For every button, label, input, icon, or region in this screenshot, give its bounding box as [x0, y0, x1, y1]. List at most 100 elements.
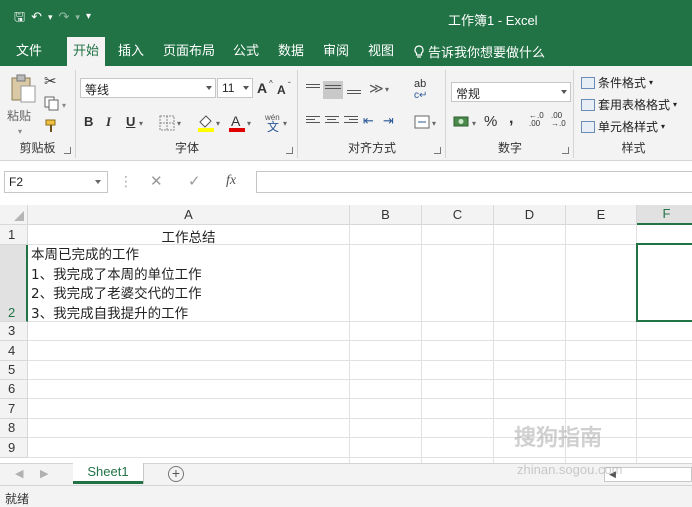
- row-header-9[interactable]: 9: [0, 438, 28, 458]
- merge-dropdown-icon[interactable]: ▾: [432, 116, 436, 132]
- copy-dropdown-icon[interactable]: ▾: [62, 98, 66, 114]
- column-header-a[interactable]: A: [28, 205, 350, 225]
- tell-me-text: 告诉我你想要做什么: [428, 45, 546, 60]
- column-header-c[interactable]: C: [422, 205, 494, 225]
- tab-file[interactable]: 文件: [16, 42, 42, 60]
- align-middle-icon[interactable]: [323, 81, 343, 99]
- sheet-tab-sheet1[interactable]: Sheet1: [73, 463, 143, 484]
- formula-bar-grip-icon[interactable]: ⋮: [119, 173, 133, 190]
- customize-qat-icon[interactable]: ▾: [86, 8, 91, 26]
- bold-button[interactable]: B: [84, 114, 93, 130]
- redo-icon[interactable]: ↷: [59, 8, 70, 26]
- cut-icon[interactable]: ✂: [44, 74, 57, 90]
- font-name-select[interactable]: 等线: [80, 78, 216, 98]
- tab-page-layout[interactable]: 页面布局: [163, 42, 215, 60]
- alignment-launcher-icon[interactable]: [434, 147, 441, 154]
- row-gridline: [28, 457, 692, 458]
- percent-button[interactable]: %: [484, 114, 497, 130]
- grow-font-button[interactable]: A: [257, 80, 267, 96]
- underline-dropdown-icon[interactable]: ▾: [139, 116, 143, 132]
- add-sheet-icon[interactable]: +: [168, 466, 184, 482]
- status-bar: 就绪: [0, 485, 692, 507]
- undo-icon[interactable]: ↶: [31, 8, 42, 26]
- paste-icon[interactable]: [9, 74, 37, 104]
- row-header-5[interactable]: 5: [0, 361, 28, 380]
- watermark-url: zhinan.sogou.com: [517, 462, 623, 477]
- row-header-1[interactable]: 1: [0, 225, 28, 245]
- formula-input[interactable]: [256, 171, 692, 193]
- next-sheet-icon[interactable]: ▶: [40, 467, 48, 480]
- cell-a2[interactable]: 本周已完成的工作 1、我完成了本周的单位工作 2、我完成了老婆交代的工作 3、我…: [31, 246, 202, 324]
- tab-data[interactable]: 数据: [278, 42, 304, 60]
- row-header-2[interactable]: 2: [0, 245, 28, 322]
- alignment-group: ≫ ▾ ab c↵ ⇤ ⇥ ▾ 对齐方式: [299, 70, 446, 158]
- number-format-select[interactable]: 常规: [451, 82, 571, 102]
- redo-dropdown-icon[interactable]: ▾: [75, 8, 80, 26]
- row-header-6[interactable]: 6: [0, 380, 28, 399]
- font-launcher-icon[interactable]: [286, 147, 293, 154]
- merge-center-icon[interactable]: [414, 115, 430, 129]
- paste-dropdown-icon[interactable]: ▾: [18, 124, 22, 140]
- row-header-8[interactable]: 8: [0, 419, 28, 438]
- borders-icon[interactable]: [159, 115, 175, 131]
- save-icon[interactable]: 🖫: [14, 8, 25, 26]
- formula-bar: F2 ⋮ ✕ ✓ fx: [0, 168, 692, 196]
- orientation-icon[interactable]: ≫: [369, 80, 384, 96]
- font-color-dropdown-icon[interactable]: ▾: [247, 116, 251, 132]
- align-center-icon[interactable]: [325, 116, 339, 128]
- font-color-icon[interactable]: A: [228, 113, 246, 133]
- copy-icon[interactable]: [44, 96, 60, 112]
- increase-decimal-button[interactable]: ←.0.00: [529, 112, 551, 128]
- row-header-4[interactable]: 4: [0, 341, 28, 361]
- column-header-f[interactable]: F: [637, 205, 692, 225]
- shrink-font-button[interactable]: A: [277, 82, 286, 98]
- column-header-d[interactable]: D: [494, 205, 566, 225]
- tab-formulas[interactable]: 公式: [233, 42, 259, 60]
- cell-a1[interactable]: 工作总结: [28, 226, 349, 246]
- format-as-table-button[interactable]: 套用表格格式 ▾: [581, 96, 677, 113]
- paste-button[interactable]: 粘贴: [7, 108, 31, 124]
- number-launcher-icon[interactable]: [562, 147, 569, 154]
- comma-button[interactable]: ,: [509, 111, 513, 127]
- cell-styles-button[interactable]: 单元格样式 ▾: [581, 118, 665, 135]
- decrease-decimal-button[interactable]: .00 →.0: [551, 112, 573, 128]
- decrease-indent-icon[interactable]: ⇤: [363, 113, 374, 129]
- insert-function-icon[interactable]: fx: [226, 173, 236, 189]
- select-all-button[interactable]: [0, 205, 28, 225]
- accounting-dropdown-icon[interactable]: ▾: [472, 116, 476, 132]
- wrap-arrow-icon: c↵: [414, 90, 428, 101]
- fill-color-dropdown-icon[interactable]: ▾: [216, 116, 220, 132]
- column-header-e[interactable]: E: [566, 205, 637, 225]
- undo-dropdown-icon[interactable]: ▾: [48, 8, 53, 26]
- tab-review[interactable]: 审阅: [323, 42, 349, 60]
- selected-cell-f2[interactable]: [636, 243, 692, 322]
- tab-insert[interactable]: 插入: [118, 42, 144, 60]
- align-right-icon[interactable]: [344, 116, 358, 128]
- row-header-3[interactable]: 3: [0, 322, 28, 341]
- increase-indent-icon[interactable]: ⇥: [383, 113, 394, 129]
- tab-view[interactable]: 视图: [368, 42, 394, 60]
- phonetic-button[interactable]: 文: [267, 119, 279, 135]
- name-box[interactable]: F2: [4, 171, 108, 193]
- conditional-formatting-button[interactable]: 条件格式 ▾: [581, 74, 653, 91]
- row-header-7[interactable]: 7: [0, 399, 28, 419]
- cancel-icon[interactable]: ✕: [150, 172, 163, 190]
- align-bottom-icon[interactable]: [347, 90, 361, 102]
- fill-color-icon[interactable]: [197, 113, 215, 133]
- italic-button[interactable]: I: [106, 114, 111, 130]
- font-size-select[interactable]: 11: [217, 78, 253, 98]
- accounting-format-icon[interactable]: [453, 114, 471, 130]
- phonetic-dropdown-icon[interactable]: ▾: [283, 116, 287, 132]
- tell-me-box[interactable]: 告诉我你想要做什么: [413, 42, 545, 61]
- align-top-icon[interactable]: [306, 84, 320, 96]
- column-header-b[interactable]: B: [350, 205, 422, 225]
- format-painter-icon[interactable]: [44, 118, 60, 134]
- tab-home[interactable]: 开始: [67, 37, 106, 66]
- align-left-icon[interactable]: [306, 116, 320, 128]
- underline-button[interactable]: U: [126, 114, 135, 130]
- clipboard-launcher-icon[interactable]: [64, 147, 71, 154]
- orientation-dropdown-icon[interactable]: ▾: [385, 82, 389, 98]
- prev-sheet-icon[interactable]: ◀: [15, 467, 23, 480]
- borders-dropdown-icon[interactable]: ▾: [177, 116, 181, 132]
- enter-icon[interactable]: ✓: [188, 172, 201, 190]
